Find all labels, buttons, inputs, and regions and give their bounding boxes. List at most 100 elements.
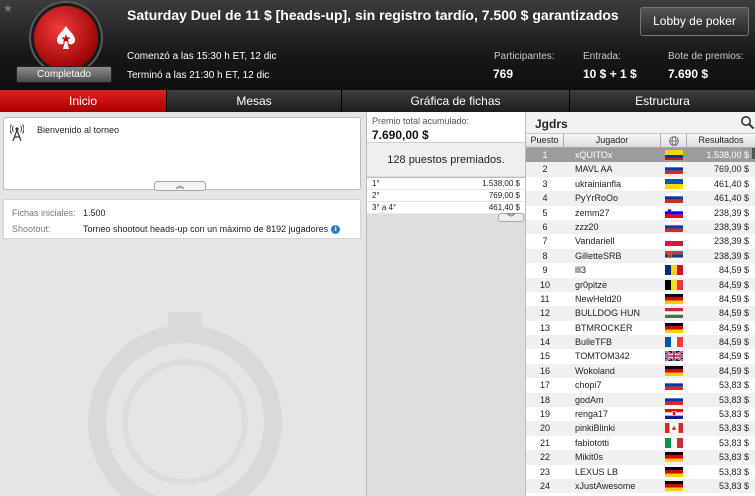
country-flag-icon	[665, 351, 683, 362]
table-row[interactable]: 14 BulleTFB 84,59 $	[526, 335, 755, 350]
player-result: 769,00 $	[713, 164, 749, 175]
player-result: 461,40 $	[713, 178, 749, 189]
payout-position: 2°	[372, 191, 380, 200]
prize-total-label: Premio total acumulado:	[372, 116, 470, 126]
table-row[interactable]: 1 xQUITOx 1.538,00 $	[526, 148, 755, 163]
player-name: xQUITOx	[575, 150, 613, 160]
player-position: 14	[539, 337, 550, 348]
table-row[interactable]: 4 PyYrRoOo 461,40 $	[526, 191, 755, 206]
table-row[interactable]: 2 MAVL AA 769,00 $	[526, 162, 755, 177]
table-row[interactable]: 15 TOMTOM342 84,59 $	[526, 349, 755, 363]
table-row[interactable]: 17 chopi7 53,83 $	[526, 378, 755, 392]
favorite-star-icon[interactable]: ★	[3, 2, 13, 15]
player-position: 6	[542, 221, 548, 232]
table-row[interactable]: 11 NewHeld20 84,59 $	[526, 292, 755, 306]
players-header: Jgdrs	[526, 112, 755, 134]
player-name: renga17	[575, 409, 609, 420]
table-row[interactable]: 8 GilletteSRB 238,39 $	[526, 248, 755, 264]
player-position: 19	[539, 409, 550, 420]
table-row[interactable]: 13 BTMROCKER 84,59 $	[526, 321, 755, 335]
country-flag-icon	[665, 380, 683, 391]
table-row[interactable]: 23 LEXUS LB 53,83 $	[526, 465, 755, 479]
tab-inicio[interactable]: Inicio	[0, 90, 167, 112]
payout-list: 1° 1.538,00 $ 2° 769,00 $ 3° a 4° 461,40 $	[367, 177, 525, 214]
poker-lobby-button[interactable]: Lobby de poker	[640, 7, 749, 36]
table-row[interactable]: 20 pinkiBlinki 53,83 $	[526, 421, 755, 436]
info-icon[interactable]: i	[331, 225, 341, 235]
entry-value: 10 $ + 1 $	[583, 67, 637, 81]
table-row[interactable]: 5 zemm27 238,39 $	[526, 206, 755, 220]
expand-chat-button[interactable]: ︽	[154, 181, 206, 191]
paid-places-text: 128 puestos premiados.	[367, 142, 525, 176]
player-result: 53,83 $	[718, 380, 749, 391]
column-position[interactable]: Puesto	[526, 134, 564, 148]
player-result: 53,83 $	[718, 423, 749, 434]
player-result: 53,83 $	[718, 437, 749, 448]
table-row[interactable]: 19 renga17 53,83 $	[526, 407, 755, 421]
player-name: fabiototti	[575, 437, 610, 448]
country-flag-icon	[665, 322, 683, 333]
player-position: 15	[539, 351, 550, 362]
player-result: 53,83 $	[718, 480, 749, 491]
player-result: 84,59 $	[718, 365, 749, 376]
starting-chips-label: Fichas iniciales:	[12, 208, 76, 218]
entry-label: Entrada:	[583, 51, 621, 62]
shootout-label: Shootout:	[12, 224, 51, 234]
end-time: Terminó a las 21:30 h ET, 12 dic	[127, 70, 270, 81]
player-name: BULLDOG HUN	[575, 308, 641, 319]
table-row[interactable]: 10 gr0pitze 84,59 $	[526, 277, 755, 292]
table-row[interactable]: 21 fabiototti 53,83 $	[526, 436, 755, 450]
spade-star-icon	[57, 26, 75, 49]
player-name: zemm27	[575, 207, 610, 218]
player-name: xJustAwesome	[575, 480, 636, 491]
payout-amount: 461,40 $	[488, 203, 520, 212]
table-row[interactable]: 18 godAm 53,83 $	[526, 392, 755, 408]
table-row[interactable]: 22 Mikit0s 53,83 $	[526, 450, 755, 465]
search-icon[interactable]	[740, 115, 755, 130]
country-flag-icon	[665, 265, 683, 276]
player-result: 84,59 $	[718, 337, 749, 348]
column-results[interactable]: Resultados	[687, 134, 755, 148]
table-row[interactable]: 6 zzz20 238,39 $	[526, 219, 755, 235]
player-name: TOMTOM342	[575, 351, 630, 362]
player-position: 3	[542, 178, 548, 189]
player-result: 84,59 $	[718, 351, 749, 362]
player-position: 22	[539, 452, 550, 463]
player-position: 20	[539, 423, 550, 434]
player-position: 18	[539, 394, 550, 405]
prize-header: Premio total acumulado: 7.690,00 $	[367, 112, 525, 142]
tournament-title: Saturday Duel de 11 $ [heads-up], sin re…	[127, 7, 619, 23]
table-row[interactable]: 24 xJustAwesome 53,83 $	[526, 478, 755, 494]
player-name: chopi7	[575, 380, 602, 391]
table-row[interactable]: 12 BULLDOG HUN 84,59 $	[526, 306, 755, 321]
player-result: 84,59 $	[718, 322, 749, 333]
player-name: lll3	[575, 265, 587, 276]
prize-total-value: 7.690,00 $	[372, 128, 429, 142]
player-position: 12	[539, 308, 550, 319]
table-row[interactable]: 16 Wokoland 84,59 $	[526, 363, 755, 379]
column-player[interactable]: Jugador	[564, 134, 661, 148]
player-position: 24	[539, 480, 550, 491]
player-name: pinkiBlinki	[575, 423, 616, 434]
table-row[interactable]: 9 lll3 84,59 $	[526, 263, 755, 277]
country-flag-icon	[665, 394, 683, 405]
payout-position: 1°	[372, 179, 380, 188]
player-name: LEXUS LB	[575, 466, 619, 477]
table-row[interactable]: 3 ukrainianfla 461,40 $	[526, 177, 755, 191]
tab-mesas[interactable]: Mesas	[167, 90, 342, 112]
prize-pool-label: Bote de premios:	[668, 51, 744, 62]
expand-payouts-button[interactable]: ︾	[498, 213, 524, 222]
player-position: 5	[542, 207, 548, 218]
player-position: 4	[542, 193, 548, 204]
column-country[interactable]	[661, 134, 687, 148]
player-name: Vandariell	[575, 236, 615, 247]
tournament-info-box: Fichas iniciales: 1.500 Shootout: Torneo…	[3, 199, 361, 239]
country-flag-icon	[665, 423, 683, 434]
player-position: 11	[540, 293, 550, 304]
payout-position: 3° a 4°	[372, 203, 397, 212]
tab-grafica-fichas[interactable]: Gráfica de fichas	[342, 90, 570, 112]
player-result: 84,59 $	[718, 279, 749, 290]
start-time: Comenzó a las 15:30 h ET, 12 dic	[127, 51, 277, 62]
tab-estructura[interactable]: Estructura	[570, 90, 755, 112]
table-row[interactable]: 7 Vandariell 238,39 $	[526, 234, 755, 248]
